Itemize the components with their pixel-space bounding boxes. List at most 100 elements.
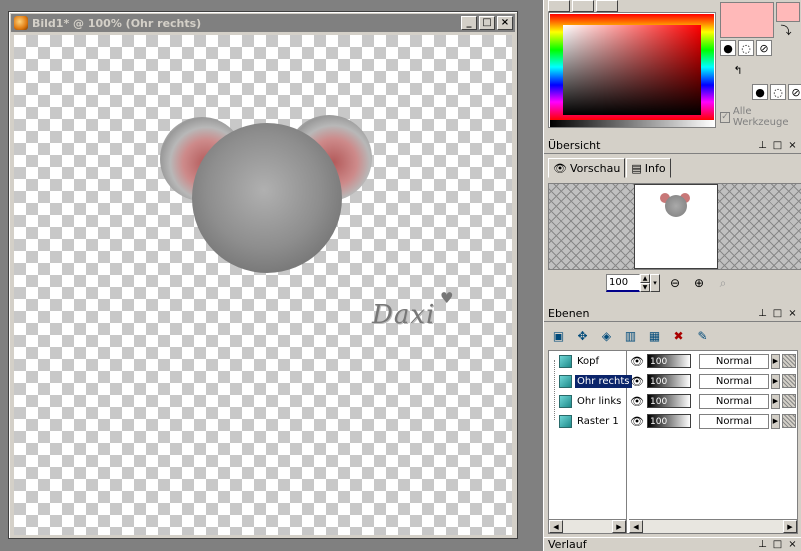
layer-properties-column: 👁 100 Normal ▶ 👁 100 Normal ▶ 👁 100 Norm… <box>629 351 797 533</box>
secondary-solid-icon[interactable]: ● <box>752 84 768 100</box>
lock-icon[interactable] <box>782 394 796 408</box>
new-raster-layer-icon[interactable]: ▣ <box>548 326 569 346</box>
grayscale-bar[interactable] <box>550 120 714 127</box>
overview-title: Übersicht <box>548 138 601 152</box>
swap-colors-icon[interactable]: ⤵ <box>778 22 794 38</box>
pin-icon[interactable]: ⊥ <box>757 140 768 151</box>
raster-layer-icon <box>559 354 572 368</box>
saturation-square[interactable] <box>563 25 701 115</box>
minimize-button[interactable]: _ <box>461 16 477 30</box>
reset-colors-icon[interactable]: ↰ <box>730 62 746 78</box>
opacity-slider[interactable]: 100 <box>647 374 691 388</box>
layer-props-row: 👁 100 Normal ▶ <box>629 373 796 389</box>
gradient-title: Verlauf <box>548 538 587 551</box>
visibility-eye-icon[interactable]: 👁 <box>629 394 645 408</box>
zoom-out-icon[interactable]: ⊖ <box>666 274 684 292</box>
color-tab-patterns[interactable] <box>596 0 618 12</box>
blend-mode-arrow[interactable]: ▶ <box>771 413 780 429</box>
overview-panel-header[interactable]: Übersicht ⊥ □ × <box>544 137 801 154</box>
maximize-icon[interactable]: □ <box>772 140 783 151</box>
lock-icon[interactable] <box>782 414 796 428</box>
layer-item-raster-1[interactable]: Raster 1 <box>559 412 621 430</box>
zoom-dropdown[interactable]: ▾ <box>650 274 660 292</box>
koala-head <box>192 123 342 273</box>
layer-item-ohr-links[interactable]: Ohr links <box>559 392 623 410</box>
color-tabs <box>548 0 618 12</box>
gradient-fill-icon[interactable]: ◌ <box>738 40 754 56</box>
opacity-slider[interactable]: 100 <box>647 394 691 408</box>
color-tab-rainbow[interactable] <box>548 0 570 12</box>
gradient-panel-header[interactable]: Verlauf ⊥ □ × <box>544 537 801 551</box>
color-tab-swatch[interactable] <box>572 0 594 12</box>
blend-mode-select[interactable]: Normal <box>699 373 769 389</box>
all-tools-checkbox[interactable]: ✓ <box>720 111 730 123</box>
close-icon[interactable]: × <box>787 539 798 550</box>
new-mask-layer-icon[interactable]: ◈ <box>596 326 617 346</box>
tab-info[interactable]: ▤ Info <box>626 158 671 178</box>
secondary-gradient-icon[interactable]: ◌ <box>770 84 786 100</box>
raster-layer-icon <box>559 394 572 408</box>
opacity-slider[interactable]: 100 <box>647 354 691 368</box>
solid-fill-icon[interactable]: ● <box>720 40 736 56</box>
zoom-input[interactable]: 100 <box>606 274 640 292</box>
layers-panel-header[interactable]: Ebenen ⊥ □ × <box>544 305 801 322</box>
close-icon[interactable]: × <box>787 308 798 319</box>
maximize-button[interactable]: □ <box>479 16 495 30</box>
layer-name: Raster 1 <box>577 415 619 427</box>
zoom-spinner[interactable]: ▲ ▼ <box>640 274 650 292</box>
blend-mode-arrow[interactable]: ▶ <box>771 353 780 369</box>
thumb-head <box>665 195 687 217</box>
zoom-controls: 100 ▲ ▼ ▾ ⊖ ⊕ ⌕ <box>606 274 732 292</box>
duplicate-layer-icon[interactable]: ▥ <box>620 326 641 346</box>
blend-mode-select[interactable]: Normal <box>699 413 769 429</box>
eye-icon: 👁 <box>553 161 567 175</box>
blend-mode-arrow[interactable]: ▶ <box>771 393 780 409</box>
image-canvas[interactable]: Daxi ♥ <box>14 35 512 535</box>
image-window-titlebar[interactable]: Bild1* @ 100% (Ohr rechts) _ □ × <box>11 14 515 32</box>
layer-name: Ohr rechts <box>575 374 632 388</box>
blend-mode-select[interactable]: Normal <box>699 393 769 409</box>
delete-layer-icon[interactable]: ✖ <box>668 326 689 346</box>
layer-list: Kopf Ohr rechts Ohr links Raster 1 ◀ ▶ 👁 … <box>548 350 798 534</box>
primary-color-swatch[interactable] <box>720 2 774 38</box>
secondary-none-icon[interactable]: ⊘ <box>788 84 801 100</box>
blend-mode-arrow[interactable]: ▶ <box>771 373 780 389</box>
lock-icon[interactable] <box>782 374 796 388</box>
color-picker[interactable] <box>548 12 716 128</box>
pin-icon[interactable]: ⊥ <box>757 539 768 550</box>
zoom-tool-icon[interactable]: ⌕ <box>714 274 732 292</box>
new-group-icon[interactable]: ▦ <box>644 326 665 346</box>
maximize-icon[interactable]: □ <box>772 539 783 550</box>
lock-icon[interactable] <box>782 354 796 368</box>
image-window-title: Bild1* @ 100% (Ohr rechts) <box>32 16 202 30</box>
pin-icon[interactable]: ⊥ <box>757 308 768 319</box>
new-vector-layer-icon[interactable]: ✥ <box>572 326 593 346</box>
layer-props-row: 👁 100 Normal ▶ <box>629 353 796 369</box>
names-scrollbar[interactable]: ◀ ▶ <box>549 519 626 533</box>
layer-names-column: Kopf Ohr rechts Ohr links Raster 1 ◀ ▶ <box>549 351 632 533</box>
all-tools-checkbox-row[interactable]: ✓ Alle Werkzeuge <box>720 106 801 128</box>
blend-mode-select[interactable]: Normal <box>699 353 769 369</box>
layer-props-row: 👁 100 Normal ▶ <box>629 413 796 429</box>
visibility-eye-icon[interactable]: 👁 <box>629 374 645 388</box>
layers-title: Ebenen <box>548 306 590 320</box>
opacity-slider[interactable]: 100 <box>647 414 691 428</box>
close-icon[interactable]: × <box>787 140 798 151</box>
layer-item-kopf[interactable]: Kopf <box>559 352 601 370</box>
zoom-in-icon[interactable]: ⊕ <box>690 274 708 292</box>
overview-preview-area[interactable] <box>548 183 801 270</box>
no-fill-icon[interactable]: ⊘ <box>756 40 772 56</box>
all-tools-label: Alle Werkzeuge <box>732 106 789 128</box>
maximize-icon[interactable]: □ <box>772 308 783 319</box>
right-dock: ● ◌ ⊘ ⤵ ↰ ● ◌ ⊘ ✓ Alle Werkzeuge Übersic… <box>543 0 801 551</box>
overview-thumbnail[interactable] <box>634 184 718 269</box>
layer-item-ohr-rechts[interactable]: Ohr rechts <box>559 372 632 390</box>
secondary-color-swatch[interactable] <box>776 2 800 22</box>
tab-vorschau[interactable]: 👁 Vorschau <box>548 158 626 178</box>
visibility-eye-icon[interactable]: 👁 <box>629 354 645 368</box>
edit-layer-icon[interactable]: ✎ <box>692 326 713 346</box>
visibility-eye-icon[interactable]: 👁 <box>629 414 645 428</box>
close-button[interactable]: × <box>497 16 513 30</box>
tree-line <box>554 360 555 420</box>
properties-scrollbar[interactable]: ◀ ▶ <box>629 519 797 533</box>
